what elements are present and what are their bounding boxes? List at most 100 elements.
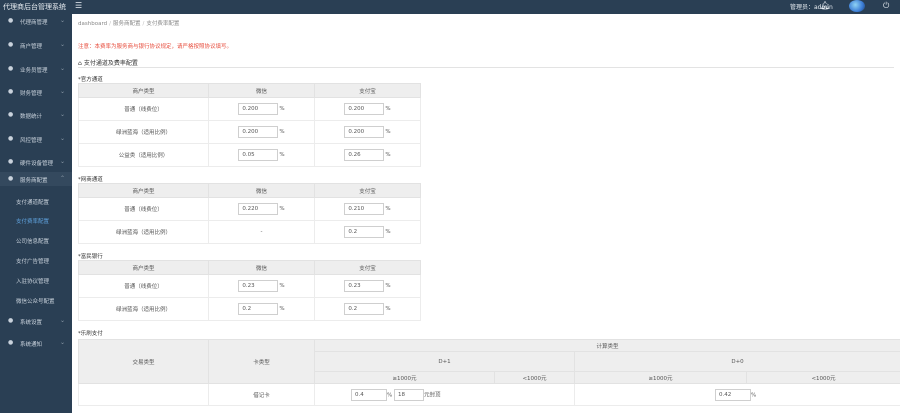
alipay-rate-input[interactable] — [344, 103, 385, 115]
sidebar-item-finance[interactable]: ● 财务管理 ⌄ — [0, 85, 72, 99]
merchant-type-cell: 绿洲蓝海（适用比例） — [78, 297, 209, 321]
sidebar-subitem-ads[interactable]: 支付广告管理 — [0, 253, 72, 267]
table-row: 普通（线费位） % % — [78, 197, 421, 221]
chevron-down-icon: ⌄ — [60, 339, 66, 346]
d0-rate-input[interactable] — [715, 388, 751, 401]
wechat-rate-input[interactable] — [238, 280, 279, 292]
menu-toggle-icon[interactable]: ☰ — [75, 1, 82, 10]
alipay-rate-input[interactable] — [344, 149, 385, 161]
col-trade-type: 交易类型 — [78, 339, 209, 384]
sidebar-item-label: 数据统计 — [20, 114, 43, 120]
table-header-row: 交易类型 卡类型 计算类型 — [78, 339, 900, 384]
section-title: *富民银行 — [78, 254, 103, 260]
rate-table-fumin: 商户类型 微信 支付宝 普通（线费位） % % 绿洲蓝海（适用比例） % % — [78, 260, 421, 321]
sidebar-item-label: 硬件设备管理 — [20, 161, 54, 167]
wechat-rate-input[interactable] — [238, 303, 279, 315]
sidebar-item-label: 风控管理 — [20, 138, 43, 144]
table-row: 绿洲蓝海（适用比例） - % — [78, 220, 421, 244]
sidebar-item-merchant[interactable]: ● 商户管理 ⌄ — [0, 38, 72, 52]
wechat-rate-input[interactable] — [238, 203, 279, 215]
table-row: 公益类（适用比例） % % — [78, 143, 421, 167]
chevron-down-icon: ⌄ — [60, 17, 66, 24]
alipay-rate-input[interactable] — [344, 303, 385, 315]
percent-label: % — [385, 129, 391, 135]
col-merchant-type: 商户类型 — [78, 83, 209, 98]
sidebar-item-device[interactable]: ● 硬件设备管理 ⌄ — [0, 155, 72, 169]
wechat-rate-empty: - — [208, 220, 315, 244]
percent-label: % — [279, 106, 285, 112]
merchant-type-cell: 绿洲蓝海（适用比例） — [78, 220, 209, 244]
sidebar-item-label: 代理商管理 — [20, 20, 48, 26]
sidebar-subitem-wechat[interactable]: 微信公众号配置 — [0, 293, 72, 307]
main-content: dashboard / 服务商配置 / 支付费率配置 注意：本费率为服务商与银行协议规定… — [72, 14, 900, 413]
wechat-rate-input[interactable] — [238, 103, 279, 115]
chevron-down-icon: ⌄ — [60, 41, 66, 48]
section-title: *网商通道 — [78, 177, 103, 183]
table-row: 借记卡 % 元封顶 % — [78, 383, 900, 406]
trade-type-cell — [78, 383, 209, 406]
gear-icon: ● — [8, 317, 14, 324]
breadcrumb-parent[interactable]: 服务商配置 — [113, 21, 141, 27]
col-card-type: 卡类型 — [208, 339, 315, 384]
sidebar-item-agent[interactable]: ● 代理商管理 ⌄ — [0, 14, 72, 28]
chevron-down-icon: ⌄ — [60, 111, 66, 118]
breadcrumb-current: 支付费率配置 — [146, 21, 180, 27]
percent-label: % — [385, 206, 391, 212]
sidebar-item-system[interactable]: ● 系统设置 ⌄ — [0, 314, 72, 328]
alipay-rate-input[interactable] — [344, 203, 385, 215]
sidebar-item-notice[interactable]: ● 系统通知 ⌄ — [0, 336, 72, 350]
rate-table-leshua: 交易类型 卡类型 计算类型 D+1 D+0 ≥1000元 <1000元 ≥100… — [78, 339, 900, 406]
section-title: *乐刷支付 — [78, 331, 103, 337]
sidebar-item-salesman[interactable]: ● 业务员管理 ⌄ — [0, 62, 72, 76]
table-row: 绿洲蓝海（适用比例） % % — [78, 120, 421, 144]
sidebar-item-label: 系统通知 — [20, 342, 43, 348]
rate-table-mybank: 商户类型 微信 支付宝 普通（线费位） % % 绿洲蓝海（适用比例） - % — [78, 183, 421, 244]
table-header-row: 商户类型 微信 支付宝 — [78, 83, 421, 98]
wechat-rate-input[interactable] — [238, 126, 279, 138]
section-title: *官方通道 — [78, 77, 103, 83]
col-wechat: 微信 — [208, 83, 315, 98]
device-icon: ● — [8, 158, 14, 165]
rate-table-official: 商户类型 微信 支付宝 普通（线费位） % % 绿洲蓝海（适用比例） % % 公… — [78, 83, 421, 167]
settings-icon: ● — [8, 175, 14, 182]
sidebar-subitem-company[interactable]: 公司信息配置 — [0, 233, 72, 247]
sidebar-item-provider-config[interactable]: ● 服务商配置 ⌃ — [0, 172, 72, 186]
table-row: 普通（线费位） % % — [78, 97, 421, 121]
col-wechat: 微信 — [208, 260, 315, 275]
avatar[interactable] — [849, 0, 865, 12]
breadcrumb-home[interactable]: dashboard — [78, 21, 107, 27]
sidebar-subitem-agreement[interactable]: 入驻协议管理 — [0, 273, 72, 287]
col-d1: D+1 — [314, 351, 575, 372]
sidebar-item-stats[interactable]: ● 数据统计 ⌄ — [0, 108, 72, 122]
col-d0: D+0 — [573, 351, 900, 372]
d1-cap-input[interactable] — [393, 388, 424, 401]
bell-icon: ● — [8, 339, 14, 346]
notice-text: 注意：本费率为服务商与银行协议规定，请严格按照协议填写。 — [78, 44, 233, 50]
sidebar-subitem-rate[interactable]: 支付费率配置 — [0, 213, 72, 227]
bell-icon[interactable]: 🔔︎ — [820, 1, 830, 10]
alipay-rate-input[interactable] — [344, 226, 385, 238]
card-type-cell: 借记卡 — [208, 383, 315, 406]
sidebar-item-label: 商户管理 — [20, 44, 43, 50]
merchant-type-cell: 普通（线费位） — [78, 274, 209, 298]
col-wechat: 微信 — [208, 183, 315, 198]
percent-label: % — [387, 392, 393, 398]
percent-label: % — [385, 152, 391, 158]
wechat-rate-input[interactable] — [238, 149, 279, 161]
d1-rate-input[interactable] — [351, 388, 387, 401]
table-row: 普通（线费位） % % — [78, 274, 421, 298]
percent-label: % — [385, 283, 391, 289]
col-calc-type: 计算类型 — [313, 339, 900, 352]
alipay-rate-input[interactable] — [344, 126, 385, 138]
money-icon: ● — [8, 88, 14, 95]
page-title: ⌂ 支付通道及费率配置 — [78, 60, 138, 67]
sidebar-item-risk[interactable]: ● 风控管理 ⌄ — [0, 132, 72, 146]
user-icon: ● — [8, 17, 14, 24]
sidebar-item-label: 系统设置 — [20, 320, 43, 326]
col-range-lt: <1000元 — [494, 371, 575, 384]
merchant-type-cell: 绿洲蓝海（适用比例） — [78, 120, 209, 144]
sidebar-subitem-channel[interactable]: 支付通道配置 — [0, 194, 72, 208]
alipay-rate-input[interactable] — [344, 280, 385, 292]
power-icon[interactable]: ⏻ — [883, 1, 889, 11]
col-alipay: 支付宝 — [314, 83, 421, 98]
